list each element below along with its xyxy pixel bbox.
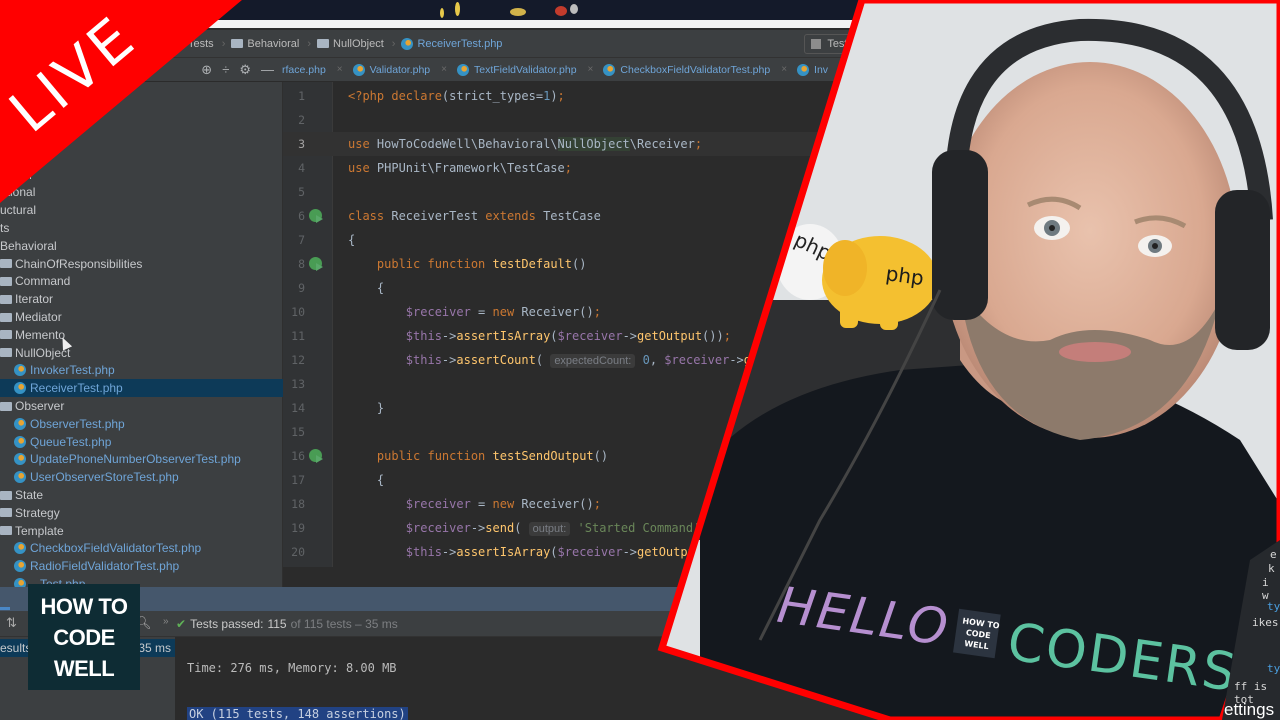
chat-username: ty xyxy=(1267,662,1280,675)
webcam-feed: php php HELLO HOW TO CODE WELL CODERS xyxy=(657,0,1280,720)
chat-text: e xyxy=(1270,548,1277,561)
chat-text: i w xyxy=(1262,576,1269,602)
headphones-left-cup xyxy=(932,150,988,320)
chat-username: ty xyxy=(1267,600,1280,613)
chat-text: k xyxy=(1268,562,1275,575)
headphones-right-cup xyxy=(1215,190,1270,350)
chat-settings-label[interactable]: ettings xyxy=(1224,700,1274,720)
chat-text: ikes xyxy=(1252,616,1279,629)
